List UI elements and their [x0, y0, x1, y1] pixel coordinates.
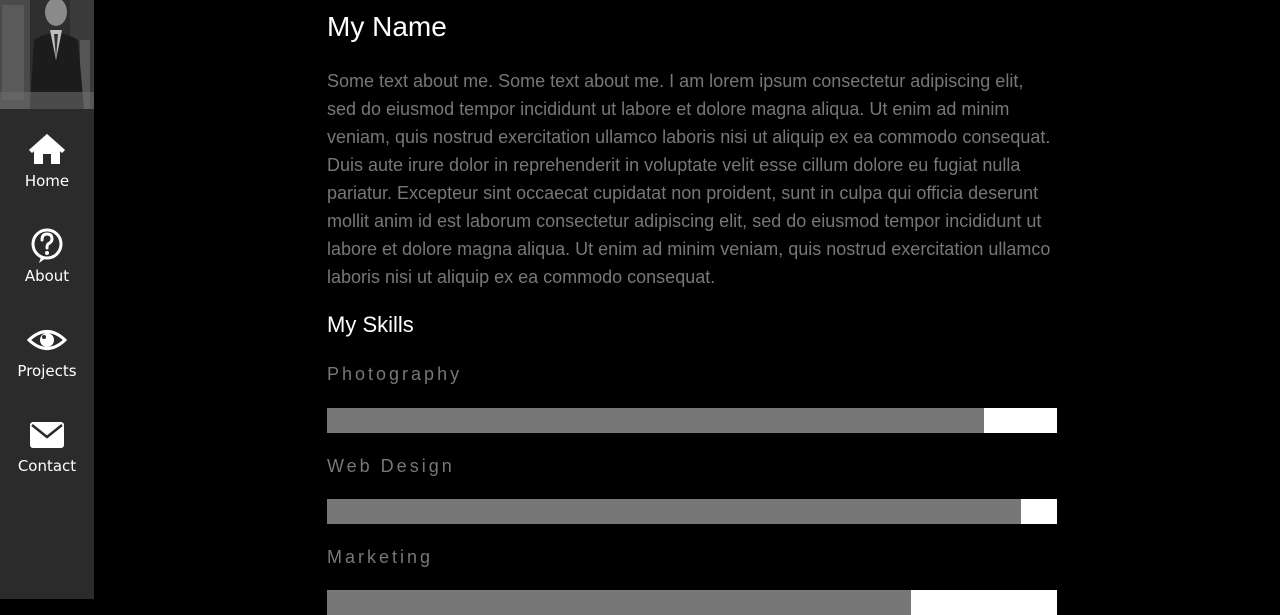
skill-label-marketing: Marketing	[327, 547, 434, 567]
nav-item-label: Contact	[17, 457, 77, 475]
avatar	[0, 0, 94, 109]
nav-item-label: Home	[24, 172, 70, 190]
nav-item-home[interactable]: Home	[0, 130, 94, 210]
skill-bar-photography	[327, 408, 1057, 433]
home-icon	[27, 130, 67, 170]
nav-item-projects[interactable]: Projects	[0, 320, 94, 400]
skills-heading: My Skills	[327, 312, 414, 337]
skill-bar-fill	[327, 590, 911, 615]
skill-label-web-design: Web Design	[327, 456, 455, 476]
eye-icon	[26, 320, 68, 360]
skill-label-photography: Photography	[327, 364, 463, 384]
nav-item-label: Projects	[17, 362, 77, 380]
about-paragraph: Some text about me. Some text about me. …	[327, 71, 1051, 287]
nav-item-about[interactable]: About	[0, 225, 94, 305]
skill-bar-web-design	[327, 499, 1057, 524]
page-title: My Name	[327, 11, 447, 42]
question-circle-icon	[27, 225, 67, 265]
nav-item-label: About	[24, 267, 70, 285]
skill-bar-fill	[327, 408, 984, 433]
profile-photo	[0, 0, 94, 109]
skill-bar-fill	[327, 499, 1021, 524]
sidebar: Home About Projects Contact	[0, 0, 94, 599]
skill-bar-marketing	[327, 590, 1057, 615]
envelope-icon	[27, 415, 67, 455]
nav-item-contact[interactable]: Contact	[0, 415, 94, 495]
